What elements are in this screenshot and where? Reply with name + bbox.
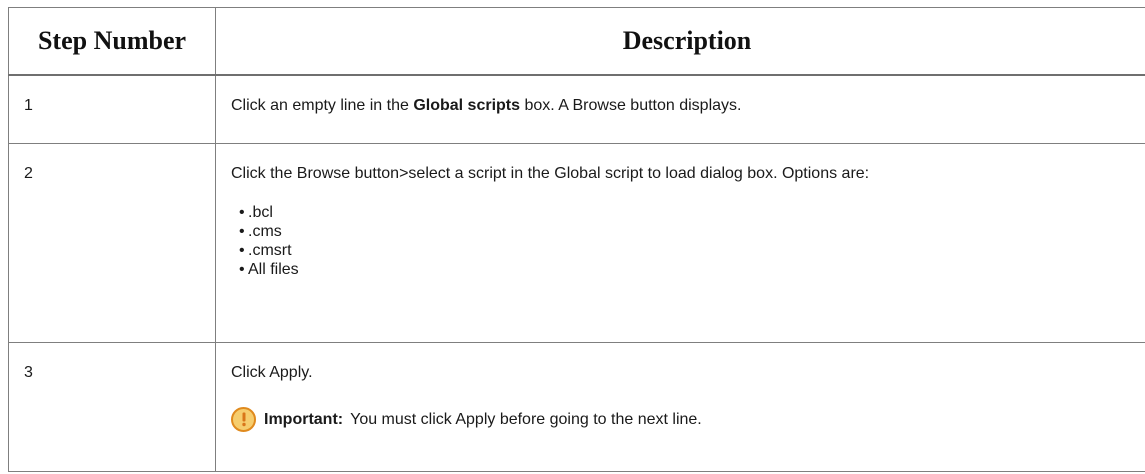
table-header-row: Step Number Description xyxy=(8,7,1145,76)
column-header-description: Description xyxy=(215,7,1145,76)
options-list: • .bcl • .cms • .cmsrt • All files xyxy=(231,203,1143,279)
table-row: 1 Click an empty line in the Global scri… xyxy=(8,74,1145,144)
important-note: Important: You must click Apply before g… xyxy=(231,407,1143,432)
note-label: Important: xyxy=(264,411,344,428)
note-text: You must click Apply before going to the… xyxy=(350,411,702,428)
important-icon xyxy=(231,407,256,432)
description-text: Click Apply. xyxy=(231,364,313,381)
option-label: .bcl xyxy=(248,204,273,221)
list-item: • .bcl xyxy=(239,203,1143,222)
bullet-icon: • xyxy=(239,261,245,278)
bullet-icon: • xyxy=(239,204,245,221)
option-label: .cmsrt xyxy=(248,242,292,259)
list-item: • All files xyxy=(239,260,1143,279)
table-row: 3 Click Apply. Important: You must click… xyxy=(8,342,1145,472)
option-label: .cms xyxy=(248,223,282,240)
description-bold-term: Global scripts xyxy=(413,97,521,114)
description-text: Click an empty line in the xyxy=(231,97,414,114)
option-label: All files xyxy=(248,261,299,278)
description-cell: Click an empty line in the Global script… xyxy=(215,74,1145,144)
step-number-cell: 3 xyxy=(8,342,216,472)
list-item: • .cmsrt xyxy=(239,241,1143,260)
description-text: Click the Browse button>select a script … xyxy=(231,165,870,182)
description-cell: Click Apply. Important: You must click A… xyxy=(215,342,1145,472)
bullet-icon: • xyxy=(239,242,245,259)
column-header-step-number: Step Number xyxy=(8,7,216,76)
description-text: box. A Browse button displays. xyxy=(520,97,742,114)
bullet-icon: • xyxy=(239,223,245,240)
table-row: 2 Click the Browse button>select a scrip… xyxy=(8,143,1145,343)
steps-table: Step Number Description 1 Click an empty… xyxy=(8,7,1145,472)
step-number-cell: 1 xyxy=(8,74,216,144)
step-number-cell: 2 xyxy=(8,143,216,343)
list-item: • .cms xyxy=(239,222,1143,241)
description-cell: Click the Browse button>select a script … xyxy=(215,143,1145,343)
